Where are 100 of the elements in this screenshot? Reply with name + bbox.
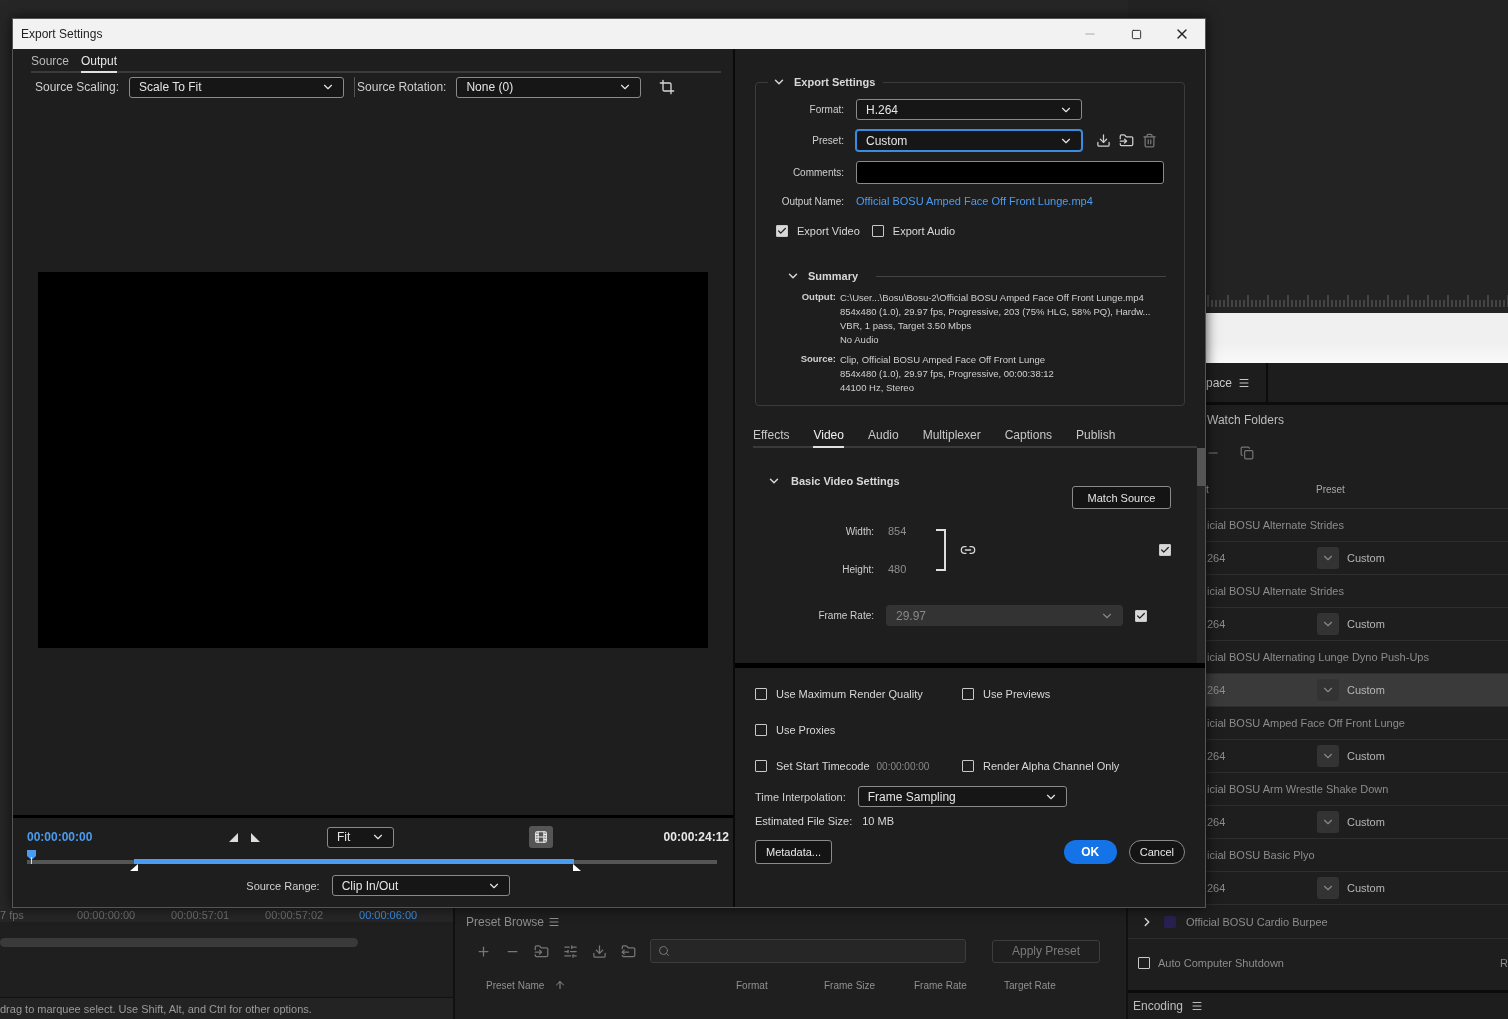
queue-item-name: icial BOSU Amped Face Off Front Lunge <box>1207 717 1405 729</box>
source-range-select[interactable]: Clip In/Out <box>331 875 510 896</box>
comments-field[interactable] <box>856 161 1164 184</box>
output-name-link[interactable]: Official BOSU Amped Face Off Front Lunge.mp4 <box>856 195 1093 207</box>
zoom-select[interactable]: Fit <box>327 826 394 848</box>
duplicate-icon[interactable] <box>1240 446 1254 460</box>
queue-item-name: icial BOSU Alternate Strides <box>1207 585 1344 597</box>
status-text: drag to marquee select. Use Shift, Alt, and Ctrl for other options. <box>0 1002 312 1015</box>
checkbox-label: Set Start Timecode <box>776 760 870 772</box>
tab-label: Encoding <box>1133 999 1184 1013</box>
field-label: Time Interpolation: <box>755 790 846 803</box>
import-preset-icon[interactable] <box>1119 133 1134 148</box>
summary-line: Clip, Official BOSU Amped Face Off Front Lunge <box>840 353 1047 367</box>
ok-button[interactable]: OK <box>1063 840 1117 864</box>
ruler-time: 00:00:57:01 <box>171 909 231 921</box>
format-text: 264 <box>1207 882 1227 894</box>
checkbox[interactable] <box>871 225 884 237</box>
dropdown-button[interactable] <box>1317 547 1339 569</box>
format-text: 264 <box>1207 552 1227 564</box>
match-source-button[interactable]: Match Source <box>1072 486 1171 509</box>
safe-margins-button[interactable] <box>529 826 553 848</box>
ruler-time: 00:00:00:00 <box>77 909 137 921</box>
preset-text[interactable]: Custom <box>1347 552 1385 564</box>
column-header[interactable]: Frame Size <box>824 979 876 991</box>
preset-text[interactable]: Custom <box>1347 750 1385 762</box>
checkbox-label: Use Previews <box>983 688 1051 700</box>
import-icon[interactable] <box>592 943 607 959</box>
height-value[interactable]: 480 <box>888 563 936 575</box>
field-label: Output Name: <box>780 195 844 207</box>
crop-icon[interactable] <box>659 79 676 95</box>
dropdown-button[interactable] <box>1317 811 1339 833</box>
current-timecode: 00:00:00:00 <box>27 830 94 844</box>
menu-icon[interactable] <box>1191 1000 1204 1012</box>
summary-line: C:\User...\Bosu\Bosu-2\Official BOSU Amped Face Off Front Lunge.mp4 <box>840 291 1145 305</box>
column-header: Preset <box>1316 484 1346 495</box>
file-size-value: 10 MB <box>862 815 894 827</box>
preset-text[interactable]: Custom <box>1347 816 1385 828</box>
menu-icon[interactable] <box>1238 376 1251 389</box>
preset-select[interactable]: Custom <box>856 130 1082 151</box>
settings-icon[interactable] <box>563 943 578 959</box>
checkbox[interactable] <box>962 760 974 772</box>
cancel-button[interactable]: Cancel <box>1128 840 1185 864</box>
tab[interactable]: Publish <box>1076 428 1116 448</box>
queue-item-name: icial BOSU Alternating Lunge Dyno Push-Ups <box>1207 651 1429 663</box>
dropdown-button[interactable] <box>1317 877 1339 899</box>
search-icon <box>658 945 670 957</box>
checkbox[interactable] <box>755 760 767 772</box>
field-label: Comments: <box>791 167 844 178</box>
format-select[interactable]: H.264 <box>856 99 1082 120</box>
field-label: Estimated File Size: <box>755 815 853 827</box>
field-label: Source Range: <box>246 879 320 892</box>
metadata-button[interactable]: Metadata... <box>755 840 833 864</box>
preset-text[interactable]: Custom <box>1347 882 1385 894</box>
scaling-select[interactable]: Scale To Fit <box>129 76 345 98</box>
tab-label: pace <box>1206 375 1233 390</box>
field-label: Format: <box>808 104 844 115</box>
maximize-icon <box>1130 28 1142 40</box>
folder-icon[interactable] <box>534 943 549 959</box>
apply-preset-button[interactable]: Apply Preset <box>992 939 1100 963</box>
delete-icon[interactable] <box>1142 133 1157 148</box>
checkbox-label: Render Alpha Channel Only <box>983 760 1120 772</box>
format-text: 264 <box>1207 618 1227 630</box>
interpolation-select[interactable]: Frame Sampling <box>857 786 1067 807</box>
export-folder-icon[interactable] <box>621 943 636 959</box>
checkbox[interactable] <box>755 688 767 700</box>
width-value[interactable]: 854 <box>888 525 936 537</box>
format-text: 264 <box>1207 750 1227 762</box>
column-header[interactable]: Preset Name <box>486 979 545 991</box>
column-header: t <box>1206 484 1210 495</box>
tab[interactable]: Source <box>31 52 70 73</box>
field-label: Width: <box>844 525 874 537</box>
plus-icon[interactable] <box>476 943 491 959</box>
tab[interactable]: Captions <box>1004 428 1053 448</box>
checkbox[interactable] <box>1138 957 1150 969</box>
timecode-value: 00:00:00:00 <box>876 760 930 772</box>
column-header[interactable]: Target Rate <box>1004 979 1056 991</box>
save-preset-icon[interactable] <box>1096 133 1111 148</box>
dropdown-button[interactable] <box>1317 679 1339 701</box>
menu-icon[interactable] <box>548 916 561 928</box>
checkbox-label: Use Maximum Render Quality <box>776 688 923 700</box>
search-field[interactable] <box>650 939 966 963</box>
preset-text[interactable]: Custom <box>1347 618 1385 630</box>
field-label: Preset: <box>811 135 844 146</box>
queue-item-name: icial BOSU Arm Wrestle Shake Down <box>1207 783 1389 795</box>
dropdown-button[interactable] <box>1317 745 1339 767</box>
column-header[interactable]: Format <box>736 979 768 991</box>
checkbox[interactable] <box>776 225 788 237</box>
tab[interactable]: Audio <box>867 428 899 448</box>
checkbox[interactable] <box>962 688 974 700</box>
dropdown-button[interactable] <box>1317 613 1339 635</box>
checkbox[interactable] <box>1159 544 1171 556</box>
preset-text[interactable]: Custom <box>1347 684 1385 696</box>
tab[interactable]: Output <box>81 52 118 73</box>
tab[interactable]: Multiplexer <box>922 428 981 448</box>
tab[interactable]: Video <box>813 428 844 448</box>
tab[interactable]: Effects <box>753 428 790 448</box>
rotation-select[interactable]: None (0) <box>456 76 642 98</box>
checkbox[interactable] <box>755 724 767 736</box>
summary-label: Output: <box>800 291 836 304</box>
column-header[interactable]: Frame Rate <box>914 979 967 991</box>
